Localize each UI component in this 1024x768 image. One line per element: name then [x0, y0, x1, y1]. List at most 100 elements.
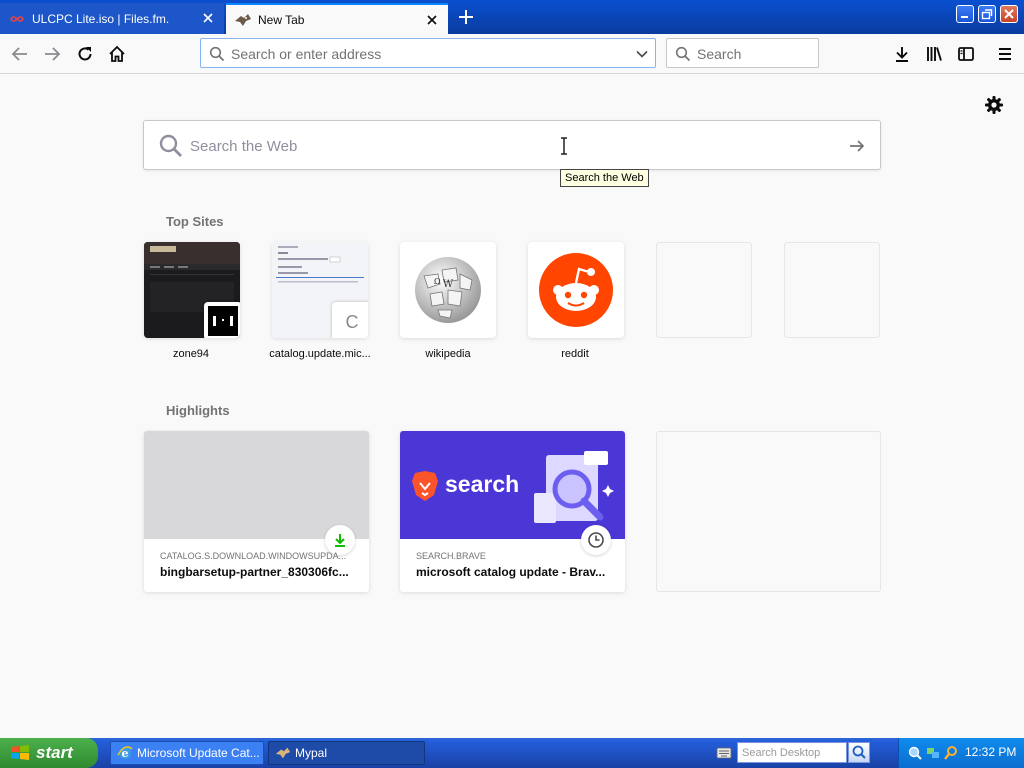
- search-icon: [209, 46, 225, 62]
- taskbar-item-ie[interactable]: e Microsoft Update Cat...: [110, 741, 264, 765]
- home-button[interactable]: [103, 40, 131, 68]
- back-arrow-icon: [11, 47, 27, 61]
- forward-arrow-icon: [45, 47, 61, 61]
- clock-icon: [588, 532, 604, 548]
- top-site-empty-slot[interactable]: [784, 242, 880, 338]
- top-sites-heading: Top Sites: [166, 214, 224, 229]
- search-tray-icon[interactable]: [907, 745, 923, 761]
- close-tab-icon[interactable]: [424, 12, 440, 28]
- card-title: microsoft catalog update - Brav...: [416, 565, 606, 579]
- arrow-right-icon[interactable]: [848, 137, 866, 155]
- network-icon[interactable]: [925, 745, 941, 761]
- reddit-icon: [539, 253, 613, 327]
- search-illustration-icon: [534, 451, 614, 523]
- text-cursor-icon: [561, 137, 567, 155]
- top-site-label: catalog.update.mic...: [269, 348, 371, 360]
- tab-new-tab[interactable]: New Tab: [226, 3, 448, 34]
- taskbar-item-mypal[interactable]: Mypal: [268, 741, 425, 765]
- tooltip: Search the Web: [560, 169, 649, 187]
- hamburger-menu-icon: [999, 48, 1011, 60]
- taskbar-item-label: Microsoft Update Cat...: [137, 746, 260, 760]
- brave-search-wordmark: search: [445, 471, 520, 497]
- brave-lion-icon: [412, 471, 438, 501]
- downloads-button[interactable]: [888, 40, 916, 68]
- top-site-wikipedia[interactable]: W Ω: [400, 242, 496, 338]
- library-button[interactable]: [920, 40, 948, 68]
- zone94-favicon-icon: [208, 306, 238, 336]
- navigation-toolbar: [0, 34, 1024, 74]
- gear-icon: [985, 96, 1003, 114]
- top-site-label: wikipedia: [425, 348, 471, 360]
- forward-button[interactable]: [38, 40, 66, 68]
- highlight-card[interactable]: CATALOG.S.DOWNLOAD.WINDOWSUPDA... bingba…: [144, 431, 369, 592]
- system-clock: 12:32 PM: [965, 745, 1017, 759]
- highlight-empty-slot: [656, 431, 881, 592]
- system-tray: 12:32 PM: [898, 738, 1024, 768]
- start-label: start: [36, 743, 73, 762]
- minimize-icon: [961, 16, 968, 18]
- files-fm-icon: [8, 12, 26, 26]
- download-icon: [896, 47, 908, 62]
- minimize-button[interactable]: [956, 5, 974, 23]
- top-site-catalog[interactable]: C: [272, 242, 368, 338]
- top-site-label: reddit: [561, 348, 589, 360]
- mypal-icon: [275, 747, 291, 759]
- ie-icon: e: [117, 746, 133, 760]
- start-button[interactable]: start: [0, 738, 98, 768]
- search-icon: [675, 46, 691, 62]
- menu-button[interactable]: [991, 40, 1019, 68]
- restore-icon: [981, 9, 993, 20]
- tab-title: ULCPC Lite.iso | Files.fm.: [32, 11, 170, 26]
- sidebar-icon: [958, 47, 974, 61]
- home-icon: [109, 45, 125, 62]
- windows-logo-icon: [11, 745, 29, 760]
- site-favicon: [204, 302, 240, 338]
- address-bar[interactable]: [200, 38, 656, 68]
- plus-icon: [459, 10, 473, 24]
- window-close-button[interactable]: [1000, 5, 1018, 23]
- windows-taskbar: start e Microsoft Update Cat... Mypal 12…: [0, 738, 1024, 768]
- download-icon: [335, 534, 345, 547]
- top-site-zone94[interactable]: [144, 242, 240, 338]
- search-input[interactable]: [697, 45, 812, 63]
- mypal-icon: [234, 13, 252, 27]
- web-search-input[interactable]: [190, 136, 790, 156]
- top-site-reddit[interactable]: [528, 242, 624, 338]
- card-source: SEARCH.BRAVE: [416, 551, 486, 561]
- reload-button[interactable]: [71, 40, 99, 68]
- top-site-empty-slot[interactable]: [656, 242, 752, 338]
- brave-search-image: search: [400, 431, 625, 539]
- close-icon: [1004, 9, 1014, 19]
- restore-button[interactable]: [978, 5, 996, 23]
- address-input[interactable]: [231, 45, 621, 63]
- search-icon: [159, 134, 182, 157]
- magnifier-tray-icon[interactable]: [943, 745, 959, 761]
- search-icon: [852, 745, 866, 759]
- page-settings-button[interactable]: [983, 94, 1005, 116]
- site-letter-badge: C: [332, 302, 368, 338]
- sidebar-button[interactable]: [952, 40, 980, 68]
- svg-text:Ω: Ω: [434, 277, 441, 286]
- chevron-down-icon[interactable]: [635, 47, 649, 61]
- keyboard-icon[interactable]: [716, 746, 732, 760]
- tab-strip: ULCPC Lite.iso | Files.fm. New Tab: [0, 0, 1024, 34]
- new-tab-button[interactable]: [454, 5, 478, 29]
- desktop-search-input[interactable]: [737, 742, 847, 763]
- card-title: bingbarsetup-partner_830306fc...: [160, 565, 349, 579]
- library-icon: [927, 47, 942, 61]
- web-search-box[interactable]: [143, 120, 881, 170]
- highlight-card[interactable]: search SEARCH.BRAVE microsoft catalog up…: [400, 431, 625, 592]
- taskbar-item-label: Mypal: [295, 746, 328, 760]
- card-source: CATALOG.S.DOWNLOAD.WINDOWSUPDA...: [160, 551, 347, 561]
- svg-text:W: W: [443, 279, 454, 290]
- highlights-heading: Highlights: [166, 403, 230, 418]
- top-site-label: zone94: [172, 348, 210, 360]
- tab-files-fm[interactable]: ULCPC Lite.iso | Files.fm.: [0, 3, 224, 34]
- close-tab-icon[interactable]: [200, 10, 216, 26]
- reload-icon: [78, 47, 92, 61]
- desktop-search-button[interactable]: [848, 742, 870, 763]
- search-bar[interactable]: [666, 38, 819, 68]
- back-button[interactable]: [6, 40, 34, 68]
- wikipedia-globe-icon: W Ω: [415, 257, 481, 323]
- card-image-placeholder: [144, 431, 369, 539]
